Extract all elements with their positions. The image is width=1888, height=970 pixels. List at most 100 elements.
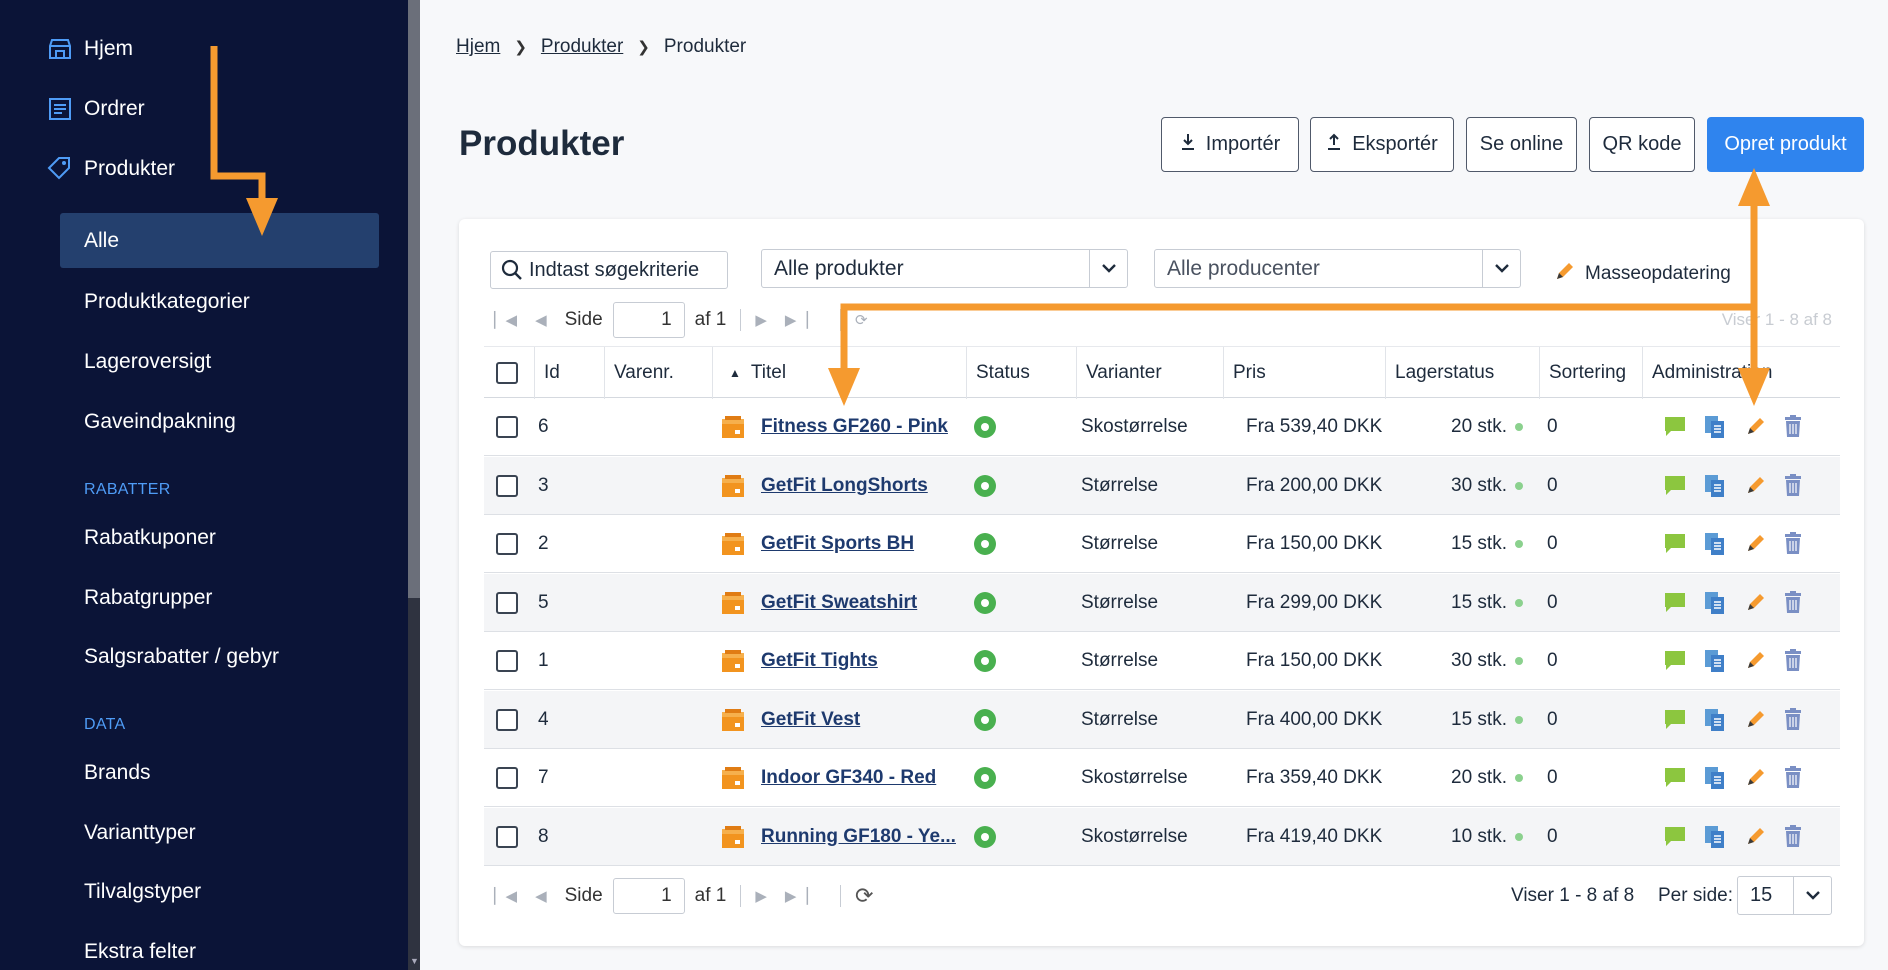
trash-icon[interactable] — [1783, 531, 1803, 560]
product-filter-select[interactable]: Alle produkter — [761, 249, 1128, 288]
status-active-icon[interactable] — [974, 767, 996, 789]
breadcrumb-link-produkter[interactable]: Produkter — [541, 36, 623, 58]
sidebar-item-produkter[interactable]: Produkter — [0, 141, 408, 197]
see-online-button[interactable]: Se online — [1466, 117, 1577, 172]
checkbox[interactable] — [496, 708, 518, 731]
status-cell[interactable] — [974, 398, 996, 456]
copy-icon[interactable] — [1703, 707, 1727, 738]
edit-pencil-icon[interactable] — [1744, 707, 1768, 736]
sidebar-item-produktkategorier[interactable]: Produktkategorier — [60, 274, 379, 329]
edit-pencil-icon[interactable] — [1744, 590, 1768, 619]
status-cell[interactable] — [974, 808, 996, 866]
comment-icon[interactable] — [1663, 473, 1687, 502]
status-active-icon[interactable] — [974, 708, 996, 731]
table-row[interactable]: 7 Indoor GF340 - Red Skostørrelse Fra 35… — [484, 749, 1840, 807]
status-active-icon[interactable] — [974, 825, 996, 848]
scrollbar-thumb[interactable] — [408, 0, 420, 598]
edit-pencil-icon[interactable] — [1744, 414, 1768, 443]
col-status[interactable]: Status — [966, 347, 1076, 399]
trash-icon[interactable] — [1783, 765, 1803, 794]
row-checkbox[interactable] — [496, 691, 518, 749]
row-checkbox[interactable] — [496, 632, 518, 690]
col-lagerstatus[interactable]: Lagerstatus — [1385, 347, 1539, 399]
product-title[interactable]: GetFit Sweatshirt — [761, 592, 917, 614]
mass-update-button[interactable]: Masseopdatering — [1553, 259, 1731, 289]
page-number-input[interactable]: 1 — [612, 302, 685, 338]
comment-icon[interactable] — [1663, 648, 1687, 677]
export-button[interactable]: Eksportér — [1310, 117, 1454, 172]
status-active-icon[interactable] — [974, 416, 996, 438]
sidebar-item-lageroversigt[interactable]: Lageroversigt — [60, 334, 379, 389]
checkbox[interactable] — [496, 416, 518, 438]
col-id[interactable]: Id — [534, 347, 604, 399]
checkbox[interactable] — [496, 650, 518, 672]
sidebar-scrollbar[interactable]: ▼ — [408, 0, 420, 970]
product-title[interactable]: GetFit LongShorts — [761, 475, 928, 497]
checkbox[interactable] — [496, 767, 518, 789]
search-input[interactable]: Indtast søgekriterie — [490, 251, 728, 289]
copy-icon[interactable] — [1703, 590, 1727, 621]
edit-pencil-icon[interactable] — [1744, 473, 1768, 502]
sidebar-item-rabatkuponer[interactable]: Rabatkuponer — [60, 510, 379, 565]
product-title-link[interactable]: GetFit Vest — [761, 691, 860, 749]
table-row[interactable]: 1 GetFit Tights Størrelse Fra 150,00 DKK… — [484, 632, 1840, 690]
copy-icon[interactable] — [1703, 765, 1727, 796]
page-number-input[interactable]: 1 — [612, 878, 685, 914]
sidebar-item-alle[interactable]: Alle — [60, 213, 379, 268]
product-title-link[interactable]: GetFit Sweatshirt — [761, 574, 917, 632]
status-active-icon[interactable] — [974, 591, 996, 614]
comment-icon[interactable] — [1663, 765, 1687, 794]
refresh-icon[interactable]: ⟳ — [855, 311, 868, 329]
edit-pencil-icon[interactable] — [1744, 531, 1768, 560]
table-row[interactable]: 6 Fitness GF260 - Pink Skostørrelse Fra … — [484, 398, 1840, 456]
col-varianter[interactable]: Varianter — [1076, 347, 1223, 399]
sidebar-item-salgsrabatter[interactable]: Salgsrabatter / gebyr — [60, 629, 379, 684]
copy-icon[interactable] — [1703, 531, 1727, 562]
table-row[interactable]: 2 GetFit Sports BH Størrelse Fra 150,00 … — [484, 515, 1840, 573]
prev-page-icon[interactable]: ◀ — [535, 311, 547, 329]
product-title-link[interactable]: GetFit LongShorts — [761, 457, 928, 515]
copy-icon[interactable] — [1703, 648, 1727, 679]
table-row[interactable]: 4 GetFit Vest Størrelse Fra 400,00 DKK 1… — [484, 690, 1840, 749]
col-pris[interactable]: Pris — [1223, 347, 1385, 399]
table-row[interactable]: 8 Running GF180 - Ye... Skostørrelse Fra… — [484, 807, 1840, 866]
sidebar-item-ordrer[interactable]: Ordrer — [0, 81, 408, 137]
trash-icon[interactable] — [1783, 824, 1803, 853]
trash-icon[interactable] — [1783, 707, 1803, 736]
product-title-link[interactable]: Indoor GF340 - Red — [761, 749, 936, 807]
checkbox[interactable] — [496, 362, 518, 384]
sidebar-item-tilvalgstyper[interactable]: Tilvalgstyper — [60, 864, 379, 919]
product-title[interactable]: Fitness GF260 - Pink — [761, 416, 948, 438]
import-button[interactable]: Importér — [1161, 117, 1299, 172]
sidebar-item-ekstra-felter[interactable]: Ekstra felter — [60, 924, 379, 970]
copy-icon[interactable] — [1703, 473, 1727, 504]
col-sortering[interactable]: Sortering — [1539, 347, 1642, 399]
product-title-link[interactable]: GetFit Sports BH — [761, 515, 914, 573]
refresh-icon[interactable]: ⟳ — [855, 883, 873, 909]
sidebar-item-varianttyper[interactable]: Varianttyper — [60, 805, 379, 860]
row-checkbox[interactable] — [496, 808, 518, 866]
product-title-link[interactable]: GetFit Tights — [761, 632, 878, 690]
copy-icon[interactable] — [1703, 824, 1727, 855]
first-page-icon[interactable]: ▏◀ — [494, 887, 517, 905]
qr-code-button[interactable]: QR kode — [1589, 117, 1695, 172]
checkbox[interactable] — [496, 825, 518, 848]
comment-icon[interactable] — [1663, 824, 1687, 853]
row-checkbox[interactable] — [496, 457, 518, 515]
comment-icon[interactable] — [1663, 531, 1687, 560]
row-checkbox[interactable] — [496, 515, 518, 573]
product-title[interactable]: GetFit Tights — [761, 650, 878, 672]
producer-filter-select[interactable]: Alle producenter — [1154, 249, 1521, 288]
status-active-icon[interactable] — [974, 474, 996, 497]
status-active-icon[interactable] — [974, 533, 996, 555]
product-title[interactable]: GetFit Sports BH — [761, 533, 914, 555]
product-title[interactable]: Indoor GF340 - Red — [761, 767, 936, 789]
status-cell[interactable] — [974, 515, 996, 573]
create-product-button[interactable]: Opret produkt — [1707, 117, 1864, 172]
checkbox[interactable] — [496, 474, 518, 497]
copy-icon[interactable] — [1703, 414, 1727, 445]
product-title-link[interactable]: Running GF180 - Ye... — [761, 808, 956, 866]
checkbox[interactable] — [496, 533, 518, 555]
trash-icon[interactable] — [1783, 648, 1803, 677]
trash-icon[interactable] — [1783, 414, 1803, 443]
